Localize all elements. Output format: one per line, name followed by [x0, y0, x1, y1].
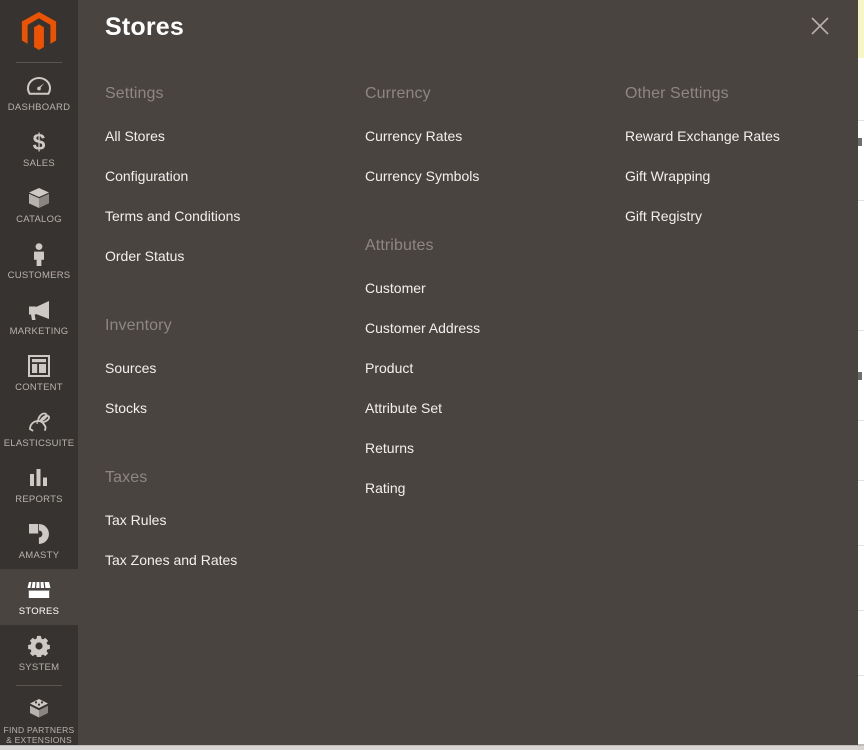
close-icon[interactable]	[806, 12, 834, 40]
group-title: Attributes	[365, 237, 434, 254]
menu-group-other-settings: Other Settings Reward Exchange Rates Gif…	[625, 62, 855, 236]
menu-link-reward-exchange-rates[interactable]: Reward Exchange Rates	[625, 116, 855, 156]
menu-link-tax-rules[interactable]: Tax Rules	[105, 500, 365, 540]
menu-link-rating[interactable]: Rating	[365, 468, 625, 508]
sidebar-item-catalog[interactable]: CATALOG	[0, 177, 78, 233]
stores-flyout-panel: Stores Settings All Stores Configuration…	[78, 0, 858, 745]
menu-link-configuration[interactable]: Configuration	[105, 156, 365, 196]
sidebar-item-label: MARKETING	[9, 326, 69, 337]
group-title: Taxes	[105, 469, 148, 486]
sidebar-item-content[interactable]: CONTENT	[0, 345, 78, 401]
sidebar-item-system[interactable]: SYSTEM	[0, 625, 78, 681]
person-icon	[27, 242, 51, 266]
magento-logo[interactable]	[0, 0, 78, 62]
layout-icon	[27, 354, 51, 378]
menu-link-sources[interactable]: Sources	[105, 348, 365, 388]
menu-column-1: Settings All Stores Configuration Terms …	[105, 62, 365, 580]
admin-sidebar: DASHBOARD $ SALES CATALOG CUSTOMERS MARK…	[0, 0, 78, 745]
menu-column-2: Currency Currency Rates Currency Symbols…	[365, 62, 625, 580]
sidebar-item-reports[interactable]: REPORTS	[0, 457, 78, 513]
sidebar-item-label: FIND PARTNERS & EXTENSIONS	[3, 725, 75, 745]
sidebar-item-label: REPORTS	[15, 494, 63, 505]
sidebar-item-label: AMASTY	[18, 550, 60, 561]
sidebar-item-customers[interactable]: CUSTOMERS	[0, 233, 78, 289]
sidebar-item-label: DASHBOARD	[7, 102, 71, 113]
extension-icon	[27, 697, 51, 721]
sidebar-item-find-partners-extensions[interactable]: FIND PARTNERS & EXTENSIONS	[0, 688, 78, 750]
dashboard-icon	[27, 74, 51, 98]
sidebar-item-amasty[interactable]: AMASTY	[0, 513, 78, 569]
gear-icon	[27, 634, 51, 658]
sidebar-item-elasticsuite[interactable]: ELASTICSUITE	[0, 401, 78, 457]
menu-group-settings: Settings All Stores Configuration Terms …	[105, 62, 365, 276]
sidebar-item-marketing[interactable]: MARKETING	[0, 289, 78, 345]
sidebar-nav-list: DASHBOARD $ SALES CATALOG CUSTOMERS MARK…	[0, 63, 78, 750]
menu-group-currency: Currency Currency Rates Currency Symbols	[365, 62, 625, 196]
sidebar-item-sales[interactable]: $ SALES	[0, 121, 78, 177]
menu-link-currency-symbols[interactable]: Currency Symbols	[365, 156, 625, 196]
page-title: Stores	[105, 13, 185, 41]
sidebar-item-label: SYSTEM	[18, 662, 60, 673]
menu-link-product[interactable]: Product	[365, 348, 625, 388]
group-items: Reward Exchange Rates Gift Wrapping Gift…	[625, 116, 855, 236]
dollar-icon: $	[27, 130, 51, 154]
group-items: Customer Customer Address Product Attrib…	[365, 268, 625, 508]
menu-group-attributes: Attributes Customer Customer Address Pro…	[365, 218, 625, 508]
menu-link-gift-wrapping[interactable]: Gift Wrapping	[625, 156, 855, 196]
sidebar-item-label: CUSTOMERS	[7, 270, 71, 281]
sidebar-item-label: CONTENT	[15, 382, 63, 393]
group-items: Currency Rates Currency Symbols	[365, 116, 625, 196]
group-items: Sources Stocks	[105, 348, 365, 428]
storefront-icon	[27, 578, 51, 602]
menu-link-all-stores[interactable]: All Stores	[105, 116, 365, 156]
menu-link-customer[interactable]: Customer	[365, 268, 625, 308]
bar-chart-icon	[27, 466, 51, 490]
box-icon	[27, 186, 51, 210]
group-title: Other Settings	[625, 85, 729, 102]
group-title: Currency	[365, 85, 431, 102]
sidebar-divider-bottom	[16, 685, 62, 686]
group-items: Tax Rules Tax Zones and Rates	[105, 500, 365, 580]
group-title: Settings	[105, 85, 164, 102]
sidebar-item-label: SALES	[23, 158, 55, 169]
menu-link-tax-zones-and-rates[interactable]: Tax Zones and Rates	[105, 540, 365, 580]
screen-root: DASHBOARD $ SALES CATALOG CUSTOMERS MARK…	[0, 0, 864, 750]
menu-link-returns[interactable]: Returns	[365, 428, 625, 468]
menu-column-3: Other Settings Reward Exchange Rates Gif…	[625, 62, 855, 580]
menu-link-gift-registry[interactable]: Gift Registry	[625, 196, 855, 236]
menu-group-taxes: Taxes Tax Rules Tax Zones and Rates	[105, 450, 365, 580]
panel-header: Stores	[78, 0, 858, 62]
sidebar-item-stores[interactable]: STORES	[0, 569, 78, 625]
sidebar-item-label: ELASTICSUITE	[3, 438, 75, 449]
sidebar-item-label: CATALOG	[16, 214, 62, 225]
amasty-icon	[27, 522, 51, 546]
menu-group-inventory: Inventory Sources Stocks	[105, 298, 365, 428]
rabbit-icon	[27, 410, 51, 434]
menu-link-order-status[interactable]: Order Status	[105, 236, 365, 276]
magento-logo-icon	[21, 12, 57, 50]
menu-link-currency-rates[interactable]: Currency Rates	[365, 116, 625, 156]
sidebar-item-label: STORES	[18, 606, 60, 617]
menu-link-stocks[interactable]: Stocks	[105, 388, 365, 428]
megaphone-icon	[27, 298, 51, 322]
group-items: All Stores Configuration Terms and Condi…	[105, 116, 365, 276]
menu-link-customer-address[interactable]: Customer Address	[365, 308, 625, 348]
svg-text:$: $	[33, 130, 46, 154]
menu-columns: Settings All Stores Configuration Terms …	[78, 62, 858, 580]
menu-link-attribute-set[interactable]: Attribute Set	[365, 388, 625, 428]
sidebar-item-dashboard[interactable]: DASHBOARD	[0, 65, 78, 121]
menu-link-terms-and-conditions[interactable]: Terms and Conditions	[105, 196, 365, 236]
group-title: Inventory	[105, 317, 172, 334]
